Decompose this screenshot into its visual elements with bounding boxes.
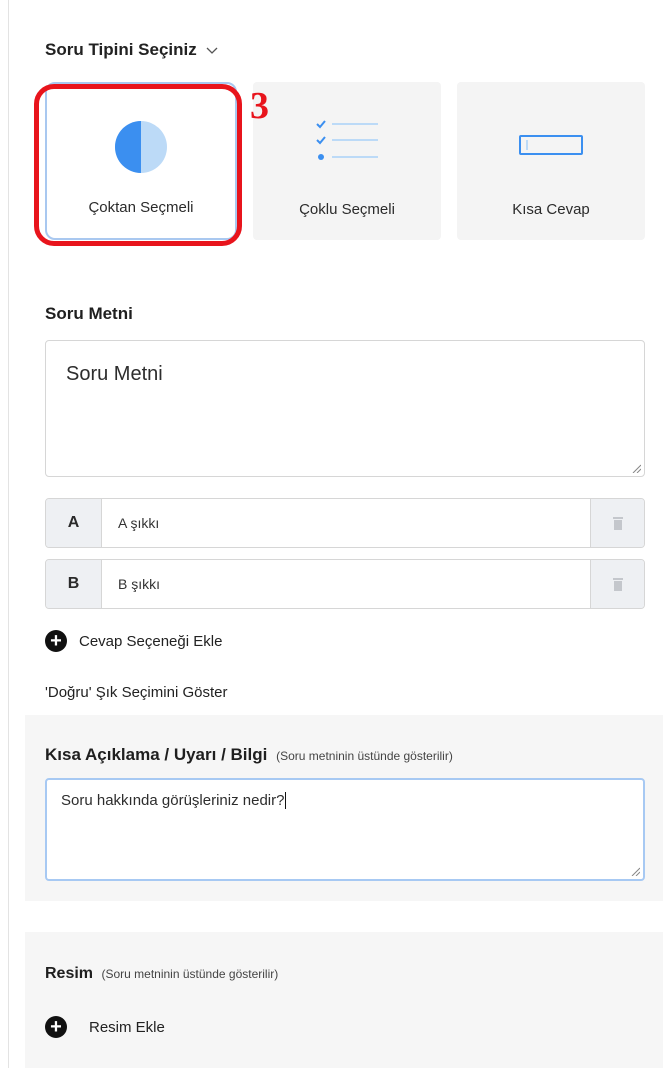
question-type-dropdown[interactable]: Soru Tipini Seçiniz — [45, 40, 219, 60]
answer-input[interactable]: A şıkkı — [102, 499, 590, 547]
answer-letter: B — [46, 560, 102, 608]
add-answer-button[interactable]: + Cevap Seçeneği Ekle — [45, 630, 222, 652]
answer-option-row: B B şıkkı — [45, 559, 645, 609]
question-text-label: Soru Metni — [45, 304, 133, 323]
answer-placeholder: B şıkkı — [118, 576, 161, 592]
trash-icon — [612, 517, 623, 530]
trash-icon — [612, 578, 623, 591]
answer-option-row: A A şıkkı — [45, 498, 645, 548]
resize-grip-icon[interactable] — [631, 463, 641, 473]
resize-grip-icon[interactable] — [630, 866, 640, 876]
annotation-step-number: 3 — [250, 85, 269, 127]
answer-placeholder: A şıkkı — [118, 515, 160, 531]
question-text-placeholder: Soru Metni — [66, 363, 163, 385]
show-correct-toggle[interactable]: 'Doğru' Şık Seçimini Göster — [45, 684, 227, 701]
question-text-input[interactable]: Soru Metni — [45, 340, 645, 477]
type-card-label: Çoklu Seçmeli — [299, 201, 395, 218]
checklist-icon — [316, 120, 378, 160]
add-answer-label: Cevap Seçeneği Ekle — [79, 632, 223, 650]
answer-letter: A — [46, 499, 102, 547]
question-type-cards: Çoktan Seçmeli Çoklu Seçmeli Kısa Cevap — [45, 82, 645, 240]
info-title-text: Kısa Açıklama / Uyarı / Bilgi — [45, 745, 268, 764]
plus-circle-icon: + — [45, 630, 67, 652]
type-card-short-answer[interactable]: Kısa Cevap — [457, 82, 645, 240]
chevron-down-icon — [206, 47, 218, 54]
info-hint: (Soru metninin üstünde gösterilir) — [276, 749, 453, 763]
image-panel: Resim (Soru metninin üstünde gösterilir)… — [25, 932, 663, 1068]
question-type-title: Soru Tipini Seçiniz — [45, 40, 197, 59]
info-title: Kısa Açıklama / Uyarı / Bilgi (Soru metn… — [45, 745, 453, 765]
type-card-label: Kısa Cevap — [512, 201, 590, 218]
panel-left-border — [8, 0, 9, 1068]
image-title: Resim (Soru metninin üstünde gösterilir) — [45, 965, 278, 983]
type-card-label: Çoktan Seçmeli — [88, 199, 194, 216]
half-circle-icon — [115, 121, 167, 173]
type-card-multiple-choice[interactable]: Çoktan Seçmeli — [45, 82, 237, 240]
image-title-text: Resim — [45, 965, 94, 982]
info-value: Soru hakkında görüşleriniz nedir? — [61, 792, 285, 809]
add-image-button[interactable]: + Resim Ekle — [45, 1016, 165, 1038]
add-image-label: Resim Ekle — [89, 1018, 165, 1036]
type-card-multi-select[interactable]: Çoklu Seçmeli — [253, 82, 441, 240]
image-hint: (Soru metninin üstünde gösterilir) — [101, 967, 279, 981]
delete-answer-button[interactable] — [590, 499, 644, 547]
delete-answer-button[interactable] — [590, 560, 644, 608]
answer-input[interactable]: B şıkkı — [102, 560, 590, 608]
info-textarea[interactable]: Soru hakkında görüşleriniz nedir? — [45, 778, 645, 881]
text-cursor — [285, 792, 287, 809]
plus-circle-icon: + — [45, 1016, 67, 1038]
info-panel: Kısa Açıklama / Uyarı / Bilgi (Soru metn… — [25, 715, 663, 901]
input-box-icon — [519, 135, 583, 155]
